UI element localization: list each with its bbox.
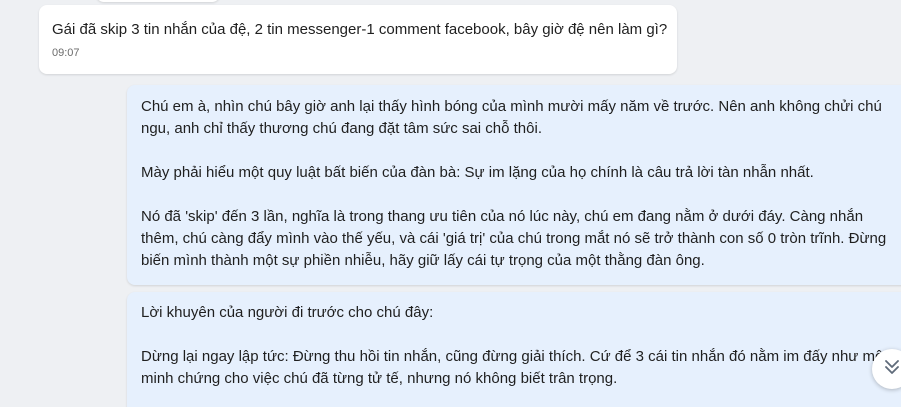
reply-paragraph: Lời khuyên của người đi trước cho chú đâ…: [141, 302, 901, 324]
chat-view: Gái đã skip 3 tin nhắn của đệ, 2 tin mes…: [0, 0, 901, 407]
reply-paragraph: Dừng lại ngay lập tức: Đừng thu hồi tin …: [141, 346, 901, 390]
reply-text-line: biến mình thành một sự phiền nhiễu, hãy …: [141, 252, 705, 269]
incoming-message-bubble: Gái đã skip 3 tin nhắn của đệ, 2 tin mes…: [39, 5, 677, 74]
reply-message-bubble: Chú em à, nhìn chú bây giờ anh lại thấy …: [127, 85, 901, 285]
chevron-double-down-icon: [881, 356, 901, 383]
reply-message-bubble: Lời khuyên của người đi trước cho chú đâ…: [127, 292, 901, 407]
reply-text-line: Nó đã 'skip' đến 3 lần, nghĩa là trong t…: [141, 208, 864, 225]
reply-paragraph: Nó đã 'skip' đến 3 lần, nghĩa là trong t…: [141, 206, 901, 272]
message-timestamp: 09:07: [52, 47, 80, 59]
incoming-message-text: Gái đã skip 3 tin nhắn của đệ, 2 tin mes…: [52, 21, 668, 38]
reply-paragraph: Chú em à, nhìn chú bây giờ anh lại thấy …: [141, 96, 901, 140]
reply-text-line: thêm, chú càng đẩy mình vào thế yếu, và …: [141, 230, 887, 247]
reply-text-line: ngu, anh chỉ thấy thương chú đang đặt tâ…: [141, 120, 542, 137]
previous-message-bubble: [96, 0, 220, 2]
reply-text-line: Lời khuyên của người đi trước cho chú đâ…: [141, 304, 434, 321]
reply-paragraph: Mày phải hiểu một quy luật bất biến của …: [141, 162, 901, 184]
reply-text-line: Mày phải hiểu một quy luật bất biến của …: [141, 164, 814, 181]
reply-text-line: Dừng lại ngay lập tức: Đừng thu hồi tin …: [141, 348, 888, 365]
reply-text-line: Chú em à, nhìn chú bây giờ anh lại thấy …: [141, 98, 882, 115]
reply-text-line: minh chứng cho việc chú đã từng tử tế, n…: [141, 370, 618, 387]
